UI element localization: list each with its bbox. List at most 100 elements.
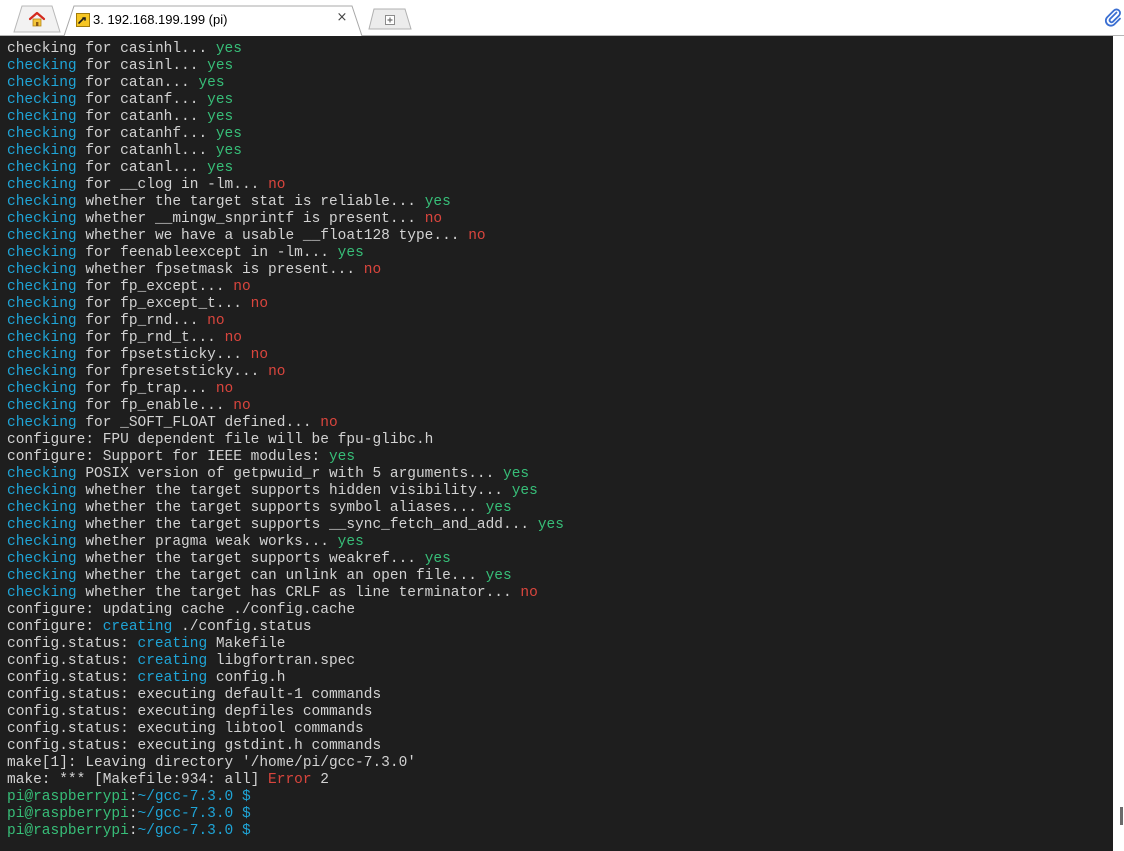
terminal-line: checking for fp_except_t... no [7,296,564,313]
terminal-text-segment: yes [485,568,512,584]
terminal-line: config.status: executing default-1 comma… [7,687,564,704]
terminal-text-segment: checking [7,534,77,550]
terminal-text-segment: checking [7,92,77,108]
terminal-line: make: *** [Makefile:934: all] Error 2 [7,772,564,789]
terminal-text-segment: checking [7,381,77,397]
new-tab-button[interactable] [368,8,412,30]
terminal-line: configure: updating cache ./config.cache [7,602,564,619]
terminal-line: checking whether the target supports sym… [7,500,564,517]
terminal-text-segment: yes [511,483,538,499]
terminal-line: checking for catanf... yes [7,92,564,109]
terminal-text-segment: checking [7,398,77,414]
terminal-text-segment: ~/gcc-7.3.0 $ [137,789,251,805]
home-icon [28,11,46,27]
terminal-text-segment: for feenableexcept in -lm... [76,245,338,261]
terminal-text-segment: for __clog in -lm... [76,177,269,193]
terminal-line: checking for fp_rnd_t... no [7,330,564,347]
terminal-line: config.status: creating libgfortran.spec [7,653,564,670]
terminal-line: checking for casinl... yes [7,58,564,75]
terminal-text-segment: pi@raspberrypi [7,823,129,839]
terminal-line: checking whether the target stat is reli… [7,194,564,211]
terminal-text-segment: config.status: executing libtool command… [7,721,364,737]
terminal-line: config.status: executing depfiles comman… [7,704,564,721]
terminal-text-segment: configure: [7,619,103,635]
terminal-line: checking whether the target supports wea… [7,551,564,568]
terminal-text-segment: yes [198,75,225,91]
terminal-text-segment: yes [207,109,234,125]
terminal-line: config.status: executing libtool command… [7,721,564,738]
terminal-text-segment: whether the target can unlink an open fi… [76,568,486,584]
terminal-text-segment: yes [424,194,451,210]
terminal-text-segment: checking [7,415,77,431]
terminal-text-segment: for catanh... [76,109,208,125]
terminal-line: config.status: creating Makefile [7,636,564,653]
terminal-line: checking for __clog in -lm... no [7,177,564,194]
terminal-line: checking for feenableexcept in -lm... ye… [7,245,564,262]
terminal-text-segment: yes [485,500,512,516]
terminal-line: checking whether __mingw_snprintf is pre… [7,211,564,228]
terminal-text-segment: no [233,279,251,295]
terminal-text-segment: for fp_rnd_t... [76,330,225,346]
terminal-text-segment: checking [7,466,77,482]
terminal-line: checking for fp_enable... no [7,398,564,415]
terminal-text-segment: yes [328,449,356,465]
terminal-text-segment: for fpresetsticky... [76,364,269,380]
terminal-text-segment: : [128,806,138,822]
terminal-text-segment: configure: FPU dependent file will be fp… [7,432,434,448]
scrollbar-thumb[interactable] [1120,807,1123,825]
terminal-text-segment: checking [7,296,77,312]
terminal-text-segment: checking [7,143,77,159]
terminal-text-segment: configure: updating cache ./config.cache [7,602,356,618]
terminal-text-segment: whether fpsetmask is present... [76,262,364,278]
terminal-text-segment: creating [137,653,208,669]
terminal-text-segment: whether __mingw_snprintf is present... [76,211,425,227]
terminal-text-segment: checking [7,211,77,227]
tab-session[interactable]: 3. 192.168.199.199 (pi) × [63,5,363,36]
terminal-line: checking whether fpsetmask is present...… [7,262,564,279]
terminal-session-icon [76,13,90,27]
terminal-text-segment: for fp_trap... [76,381,216,397]
terminal-output[interactable]: checking for casinhl... yes checking for … [0,36,1113,851]
terminal-text-segment: no [268,364,286,380]
terminal-line: checking for fpresetsticky... no [7,364,564,381]
terminal-text-segment: no [207,313,225,329]
terminal-text-segment: config.status: [7,636,138,652]
terminal-line: checking for _SOFT_FLOAT defined... no [7,415,564,432]
terminal-line: pi@raspberrypi:~/gcc-7.3.0 $ [7,806,564,823]
terminal-text-segment: no [250,296,269,312]
terminal-text-segment: for _SOFT_FLOAT defined... [76,415,321,431]
terminal-text-segment: configure: Support for IEEE modules: [7,449,329,465]
terminal-text-segment: yes [503,466,530,482]
terminal-line: make[1]: Leaving directory '/home/pi/gcc… [7,755,564,772]
terminal-text-segment: checking [7,126,77,142]
home-tab-button[interactable] [12,5,62,33]
terminal-text-segment: whether the target supports symbol alias… [76,500,486,516]
terminal-text-segment: checking [7,160,77,176]
terminal-text-segment: no [320,415,338,431]
new-tab-icon [384,13,396,25]
tab-bar: 3. 192.168.199.199 (pi) × [0,0,1124,36]
terminal-text-segment: make: *** [Makefile:934: all] [7,772,269,788]
terminal-text-segment: Makefile [207,636,286,652]
terminal-text-segment: checking [7,58,77,74]
terminal-text-segment: yes [207,160,234,176]
terminal-text-segment: no [250,347,269,363]
terminal-text-segment: : [128,789,138,805]
terminal-text-segment: no [468,228,486,244]
terminal-text-segment: checking [7,500,77,516]
terminal-scrollbar[interactable] [1113,36,1124,851]
close-icon[interactable]: × [335,11,349,25]
terminal-text-segment: checking [7,364,77,380]
terminal-line: checking whether we have a usable __floa… [7,228,564,245]
terminal-text-segment: no [268,177,286,193]
terminal-text-segment: whether pragma weak works... [76,534,338,550]
terminal-line: checking for catanhf... yes [7,126,564,143]
paperclip-icon[interactable] [1103,7,1123,27]
terminal-line: checking for catanh... yes [7,109,564,126]
terminal-line: checking whether pragma weak works... ye… [7,534,564,551]
terminal-text-segment: config.status: executing gstdint.h comma… [7,738,382,754]
terminal-text-segment: whether the target has CRLF as line term… [76,585,521,601]
terminal-text-segment: for catan... [76,75,199,91]
terminal-text-segment: libgfortran.spec [207,653,356,669]
terminal-lines: checking for casinhl... yes checking for … [7,41,564,840]
